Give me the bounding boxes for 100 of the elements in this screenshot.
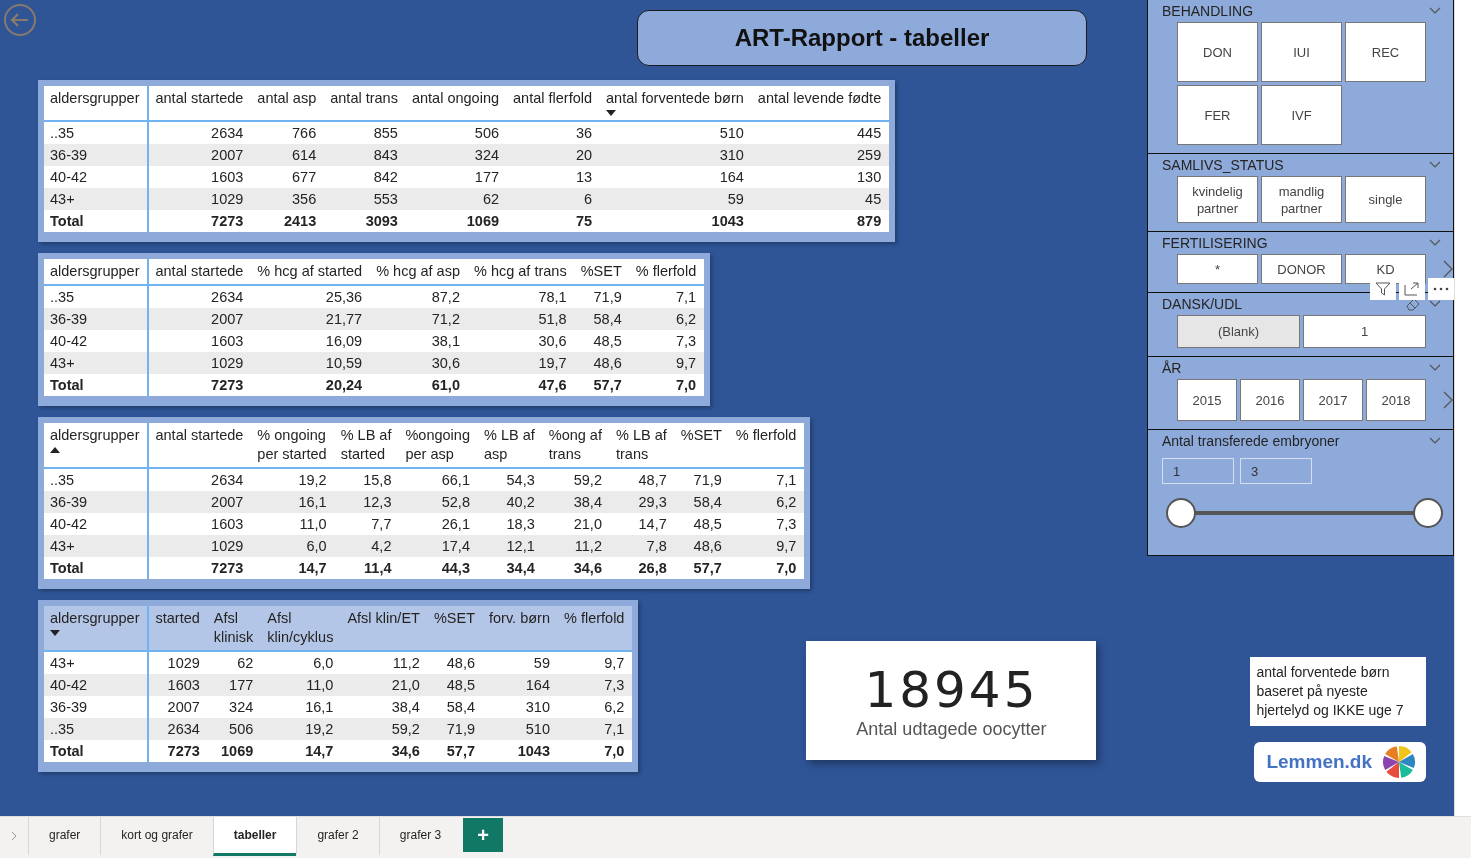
chevron-down-icon[interactable] <box>1429 300 1442 308</box>
add-page-button[interactable]: + <box>463 818 504 853</box>
table-cell: 71,2 <box>370 308 468 330</box>
column-header[interactable]: % LB af asp <box>477 423 543 468</box>
slicer-option[interactable]: IVF <box>1261 85 1342 145</box>
chevron-right-icon[interactable] <box>10 831 18 842</box>
table-cell: 6,0 <box>261 651 342 674</box>
slicer-option[interactable]: DONOR <box>1261 254 1342 284</box>
chevron-down-icon[interactable] <box>1429 364 1442 372</box>
slicer-option[interactable]: 2016 <box>1240 379 1300 421</box>
table-cell: 177 <box>405 166 507 188</box>
slicer-option[interactable]: (Blank) <box>1177 315 1300 348</box>
slicer-title: BEHANDLING <box>1162 3 1255 19</box>
column-header[interactable]: aldersgrupper <box>44 259 149 285</box>
column-header[interactable]: antal asp <box>251 86 325 121</box>
more-options-icon[interactable] <box>1428 278 1454 300</box>
chevron-down-icon[interactable] <box>1429 239 1442 247</box>
column-header[interactable]: %SET <box>674 423 730 468</box>
slider-handle[interactable] <box>1166 498 1196 528</box>
column-header[interactable]: aldersgrupper <box>44 423 149 468</box>
table-cell: 19,7 <box>467 352 575 374</box>
page-tab[interactable]: tabeller <box>212 817 297 857</box>
column-header[interactable]: % ongoing per started <box>251 423 335 468</box>
slicer-option[interactable]: 2018 <box>1366 379 1426 421</box>
eraser-icon[interactable] <box>1405 297 1422 311</box>
slicer-option[interactable]: 1 <box>1303 315 1426 348</box>
column-header[interactable]: antal forventede børn <box>600 86 752 121</box>
column-header[interactable]: started <box>148 606 208 651</box>
slicer-option[interactable]: kvindelig partner <box>1177 176 1258 223</box>
chevron-down-icon[interactable] <box>1429 161 1442 169</box>
slicer-option[interactable]: 2017 <box>1303 379 1363 421</box>
back-icon[interactable] <box>3 3 37 37</box>
total-cell: Total <box>44 374 149 396</box>
column-header[interactable]: %SET <box>574 259 630 285</box>
column-header[interactable]: %ong af trans <box>542 423 610 468</box>
table-cell: 48,5 <box>574 330 630 352</box>
table-cell: 9,7 <box>629 352 705 374</box>
table-cell: 177 <box>207 674 262 696</box>
page-tab[interactable]: grafer <box>28 817 101 857</box>
column-header[interactable]: aldersgrupper <box>44 86 149 121</box>
column-header[interactable]: %SET <box>427 606 483 651</box>
table-cell: 48,5 <box>427 674 483 696</box>
table-cell: 18,3 <box>477 513 543 535</box>
table-cell: 11,0 <box>251 513 335 535</box>
column-header[interactable]: %ongoing per asp <box>399 423 478 468</box>
column-header[interactable]: % flerfold <box>629 259 705 285</box>
chevron-down-icon[interactable] <box>1429 7 1442 15</box>
column-header[interactable]: Afsl klin/cyklus <box>261 606 342 651</box>
slicer-option[interactable]: single <box>1345 176 1426 223</box>
column-header[interactable]: forv. børn <box>483 606 558 651</box>
table-cell: 38,1 <box>370 330 468 352</box>
slicer-option[interactable]: mandlig partner <box>1261 176 1342 223</box>
table-cell: 510 <box>483 718 558 740</box>
table-cell: 6,2 <box>557 696 633 718</box>
slicer-option[interactable]: IUI <box>1261 22 1342 82</box>
total-cell: 1069 <box>405 210 507 232</box>
column-header[interactable]: antal startede <box>148 86 252 121</box>
page-tab[interactable]: grafer 3 <box>378 817 462 857</box>
slicer-option[interactable]: REC <box>1345 22 1426 82</box>
slicer-option[interactable]: * <box>1177 254 1258 284</box>
column-header[interactable]: Afsl klin/ET <box>341 606 428 651</box>
column-header[interactable]: % hcg af started <box>251 259 371 285</box>
column-header[interactable]: % flerfold <box>557 606 633 651</box>
total-cell: 3093 <box>324 210 406 232</box>
page-tab[interactable]: grafer 2 <box>296 817 379 857</box>
logo-badge[interactable]: Lemmen.dk <box>1254 742 1427 782</box>
chevron-right-icon[interactable] <box>1443 260 1453 278</box>
table-cell: 26,1 <box>399 513 478 535</box>
table-cell: 510 <box>600 121 752 144</box>
chevron-right-icon[interactable] <box>1443 391 1453 409</box>
column-header[interactable]: antal levende fødte <box>751 86 890 121</box>
column-header[interactable]: antal ongoing <box>405 86 507 121</box>
total-cell: 2413 <box>251 210 325 232</box>
chevron-down-icon[interactable] <box>1429 437 1442 445</box>
column-header[interactable]: % LB af started <box>334 423 400 468</box>
range-from-field[interactable]: 1 <box>1162 458 1234 484</box>
slicer-option[interactable]: 2015 <box>1177 379 1237 421</box>
column-header[interactable]: Afsl klinisk <box>207 606 262 651</box>
slicer-option[interactable]: DON <box>1177 22 1258 82</box>
column-header[interactable]: aldersgrupper <box>44 606 149 651</box>
table-cell: 7,3 <box>729 513 805 535</box>
table-cell: 12,3 <box>334 491 400 513</box>
kpi-value: 18945 <box>864 661 1039 719</box>
table-cell: 11,0 <box>261 674 342 696</box>
range-to-field[interactable]: 3 <box>1240 458 1312 484</box>
column-header[interactable]: % hcg af trans <box>467 259 575 285</box>
table-cell: 324 <box>207 696 262 718</box>
slicer-option[interactable]: FER <box>1177 85 1258 145</box>
table-cell: 2634 <box>148 718 208 740</box>
column-header[interactable]: % flerfold <box>729 423 805 468</box>
column-header[interactable]: antal startede <box>148 259 252 285</box>
slider-handle[interactable] <box>1413 498 1444 528</box>
column-header[interactable]: % hcg af asp <box>370 259 468 285</box>
page-tab[interactable]: kort og grafer <box>100 817 213 857</box>
column-header[interactable]: antal trans <box>324 86 406 121</box>
table-cell: 855 <box>324 121 406 144</box>
column-header[interactable]: antal startede <box>148 423 252 468</box>
table-cell: 40,2 <box>477 491 543 513</box>
column-header[interactable]: % LB af trans <box>609 423 675 468</box>
column-header[interactable]: antal flerfold <box>507 86 600 121</box>
